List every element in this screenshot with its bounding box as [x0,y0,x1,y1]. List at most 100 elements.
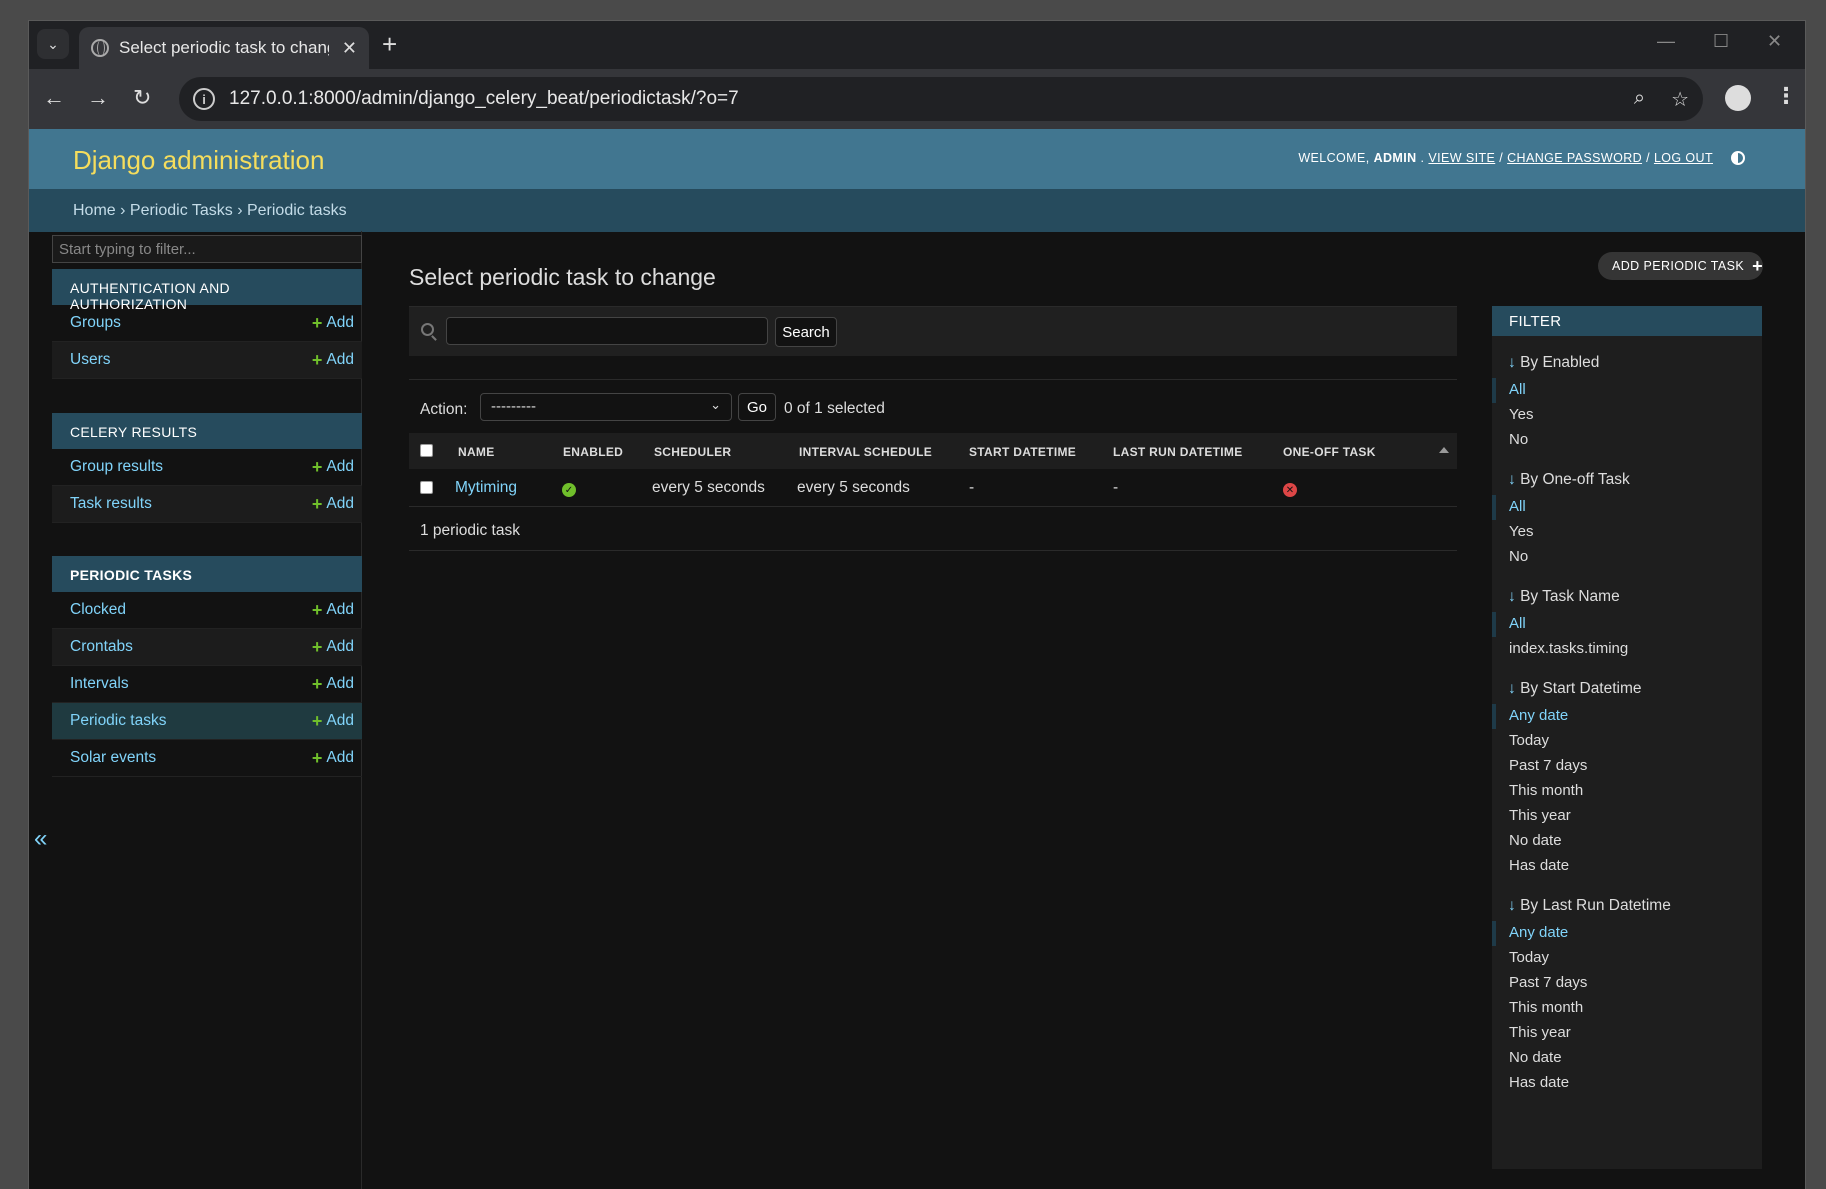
column-scheduler[interactable]: SCHEDULER [654,445,731,459]
add-solar-events-link[interactable]: + Add [312,749,354,767]
filter-option[interactable]: This month [1492,779,1762,804]
site-brand[interactable]: Django administration [73,145,324,176]
close-tab-icon[interactable]: ✕ [342,38,357,59]
sidebar-item-label[interactable]: Crontabs [70,638,133,656]
user-tools: WELCOME, ADMIN. VIEW SITE / CHANGE PASSW… [1298,151,1745,165]
filter-option[interactable]: Today [1492,946,1762,971]
add-clocked-link[interactable]: + Add [312,601,354,619]
filter-option[interactable]: All [1492,378,1762,403]
filter-option[interactable]: Today [1492,729,1762,754]
arrow-down-icon: ↓ [1508,680,1516,697]
filter-option[interactable]: Has date [1492,1071,1762,1096]
zoom-icon[interactable]: ⌕ [1634,87,1645,112]
add-task-results-link[interactable]: + Add [312,495,354,513]
toggle-nav-sidebar-button[interactable]: « [34,825,47,853]
module-caption[interactable]: AUTHENTICATION AND AUTHORIZATION [52,269,362,312]
add-periodic-tasks-link[interactable]: + Add [312,712,354,730]
sidebar-item-label[interactable]: Periodic tasks [70,712,166,730]
globe-icon [91,39,109,57]
filter-group-title[interactable]: ↓ By Task Name [1492,570,1762,612]
plus-icon: + [311,674,323,694]
sort-ascending-icon[interactable] [1439,447,1449,453]
column-start-datetime[interactable]: START DATETIME [969,445,1076,459]
column-last-run-datetime[interactable]: LAST RUN DATETIME [1113,445,1243,459]
action-select[interactable]: --------- ⌄ [480,393,732,421]
url-text[interactable]: 127.0.0.1:8000/admin/django_celery_beat/… [229,88,739,110]
theme-toggle-icon[interactable] [1731,151,1745,165]
module-caption[interactable]: CELERY RESULTS [52,413,362,449]
sidebar-item-label[interactable]: Task results [70,495,152,513]
filter-option[interactable]: Yes [1492,520,1762,545]
bookmark-star-icon[interactable]: ☆ [1671,87,1689,112]
filter-option[interactable]: index.tasks.timing [1492,637,1762,662]
sidebar-item-label[interactable]: Clocked [70,601,126,619]
filter-group-title[interactable]: ↓ By Enabled [1492,336,1762,378]
select-all-checkbox[interactable] [420,444,433,457]
go-button[interactable]: Go [738,393,776,421]
view-site-link[interactable]: VIEW SITE [1428,151,1495,165]
back-button[interactable]: ← [43,85,65,111]
nav-filter-input[interactable]: Start typing to filter... [52,235,362,263]
filter-option[interactable]: Any date [1492,921,1762,946]
filter-option[interactable]: No [1492,545,1762,570]
filter-option[interactable]: Past 7 days [1492,754,1762,779]
add-label: Add [326,458,354,475]
filter-option[interactable]: No [1492,428,1762,453]
column-interval-schedule[interactable]: INTERVAL SCHEDULE [799,445,932,459]
add-periodic-task-button[interactable]: ADD PERIODIC TASK + [1598,252,1763,280]
filter-option[interactable]: This month [1492,996,1762,1021]
minimize-button[interactable]: — [1657,31,1675,52]
profile-icon[interactable] [1725,85,1751,111]
sidebar-item-label[interactable]: Intervals [70,675,129,693]
address-bar[interactable]: i 127.0.0.1:8000/admin/django_celery_bea… [179,77,1703,121]
window-close-button[interactable]: ✕ [1767,31,1782,52]
add-groups-link[interactable]: + Add [312,314,354,332]
column-name[interactable]: NAME [458,445,495,459]
filter-group-title[interactable]: ↓ By Start Datetime [1492,662,1762,704]
module-caption[interactable]: PERIODIC TASKS [52,556,362,592]
sidebar-item-label[interactable]: Group results [70,458,163,476]
add-users-link[interactable]: + Add [312,351,354,369]
add-crontabs-link[interactable]: + Add [312,638,354,656]
log-out-link[interactable]: LOG OUT [1654,151,1713,165]
search-input[interactable] [446,317,768,345]
filter-option[interactable]: Any date [1492,704,1762,729]
browser-menu-icon[interactable]: ⋮ [1775,83,1797,109]
browser-tab[interactable]: Select periodic task to chang ✕ [79,27,369,69]
row-checkbox[interactable] [420,481,433,494]
filter-option[interactable]: Past 7 days [1492,971,1762,996]
maximize-button[interactable]: ☐ [1713,31,1729,52]
sidebar-item-label[interactable]: Groups [70,314,121,332]
filter-option[interactable]: No date [1492,1046,1762,1071]
sidebar-item-label[interactable]: Users [70,351,110,369]
new-tab-button[interactable]: + [382,29,397,59]
site-info-icon[interactable]: i [193,88,215,110]
browser-toolbar: ← → ↻ i 127.0.0.1:8000/admin/django_cele… [29,69,1805,129]
filter-option[interactable]: This year [1492,804,1762,829]
change-password-link[interactable]: CHANGE PASSWORD [1507,151,1642,165]
column-one-off-task[interactable]: ONE-OFF TASK [1283,445,1376,459]
sidebar-item-intervals: Intervals + Add [52,666,362,703]
filter-option[interactable]: Yes [1492,403,1762,428]
sidebar-item-label[interactable]: Solar events [70,749,156,767]
forward-button[interactable]: → [87,85,109,111]
filter-option[interactable]: All [1492,612,1762,637]
filter-option[interactable]: All [1492,495,1762,520]
reload-button[interactable]: ↻ [133,85,151,111]
column-enabled[interactable]: ENABLED [563,445,623,459]
filter-group-title[interactable]: ↓ By Last Run Datetime [1492,879,1762,921]
filter-option[interactable]: This year [1492,1021,1762,1046]
search-button[interactable]: Search [775,317,837,347]
filter-option[interactable]: Has date [1492,854,1762,879]
filter-group-title[interactable]: ↓ By One-off Task [1492,453,1762,495]
chevron-down-icon: ⌄ [710,397,721,412]
action-select-value: --------- [491,398,536,415]
tab-search-button[interactable]: ⌄ [37,29,69,59]
username: ADMIN [1373,151,1417,165]
filter-title-label: By Task Name [1520,588,1620,605]
task-name-link[interactable]: Mytiming [455,479,517,497]
add-intervals-link[interactable]: + Add [312,675,354,693]
filter-option[interactable]: No date [1492,829,1762,854]
add-group-results-link[interactable]: + Add [312,458,354,476]
breadcrumb[interactable]: Home › Periodic Tasks › Periodic tasks [29,189,1805,232]
